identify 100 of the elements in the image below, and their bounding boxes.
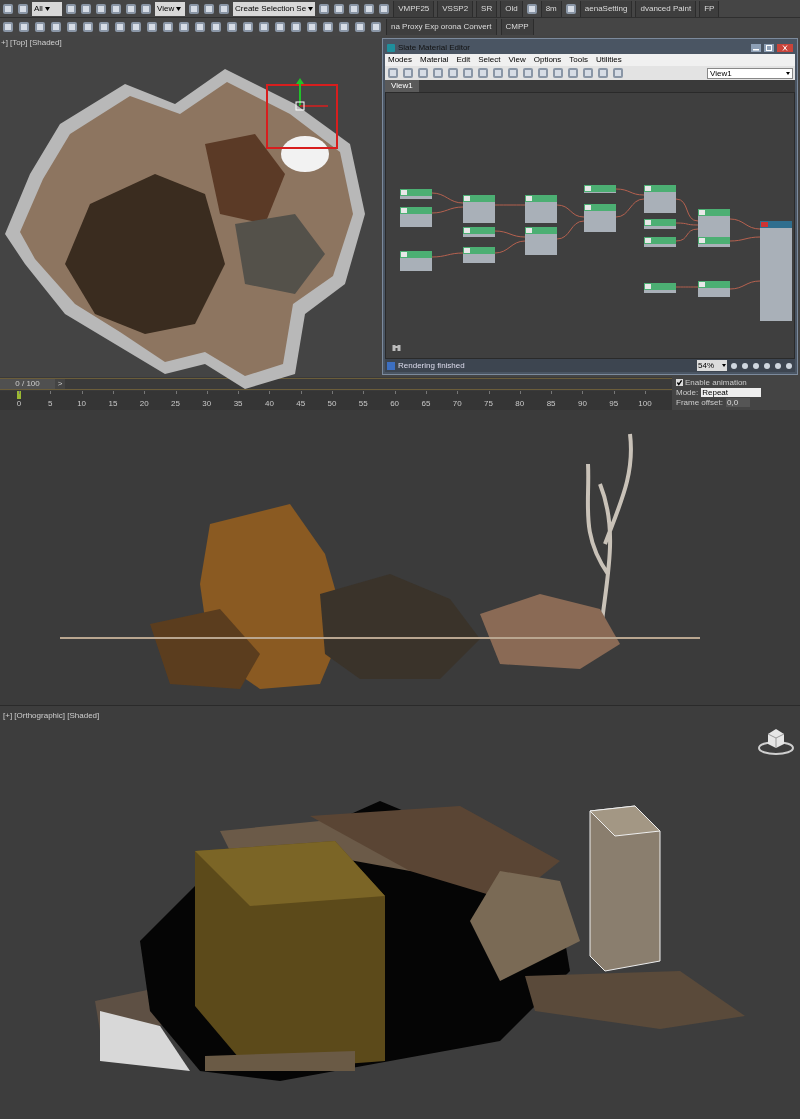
toolbar-icon[interactable] xyxy=(290,21,302,33)
toolbar-icon[interactable] xyxy=(162,21,174,33)
material-node[interactable] xyxy=(400,189,432,199)
menu-item[interactable]: Tools xyxy=(569,54,588,66)
material-node[interactable] xyxy=(463,247,495,263)
menu-item[interactable]: Edit xyxy=(456,54,471,66)
toolbar-dropdown[interactable]: Create Selection Se xyxy=(233,1,316,16)
toolbar-icon[interactable] xyxy=(258,21,270,33)
viewcube-icon[interactable] xyxy=(758,726,794,756)
toolbar-icon[interactable] xyxy=(525,2,538,15)
toolbar-icon[interactable] xyxy=(82,21,94,33)
track-bar[interactable]: 0 5 10 15 20 25 30 35 40 45 50 55 60 65 70 75 80 85 90 95 100 xyxy=(0,391,672,410)
toolbar-icon[interactable] xyxy=(2,21,14,33)
toolbar-icon[interactable] xyxy=(18,21,30,33)
toolbar-button[interactable]: FP xyxy=(699,0,720,17)
material-node[interactable] xyxy=(584,185,616,193)
toolbar-icon[interactable] xyxy=(50,21,62,33)
toolbar-icon[interactable] xyxy=(34,21,46,33)
toolbar-button[interactable]: na Proxy Exp orona Convert xyxy=(386,19,497,35)
toolbar-icon[interactable] xyxy=(2,2,14,15)
menu-item[interactable]: Utilities xyxy=(595,54,622,66)
toolbar-dropdown[interactable]: View xyxy=(155,1,185,16)
material-node[interactable] xyxy=(698,237,730,247)
toolbar-icon[interactable] xyxy=(322,21,334,33)
minimize-icon[interactable] xyxy=(751,43,761,52)
menu-item[interactable]: Material xyxy=(420,54,449,66)
toolbar-icon[interactable] xyxy=(354,21,366,33)
menu-item[interactable]: Options xyxy=(533,54,562,66)
toolbar-icon[interactable] xyxy=(98,21,110,33)
viewport-label[interactable]: [+] [Orthographic] [Shaded] xyxy=(3,710,100,722)
toolbar-icon[interactable] xyxy=(125,2,137,15)
toolbar-icon[interactable] xyxy=(306,21,318,33)
toolbar-icon[interactable] xyxy=(242,21,254,33)
material-node[interactable] xyxy=(760,221,792,321)
mode-dropdown[interactable]: Repeat xyxy=(701,388,762,397)
material-node[interactable] xyxy=(698,209,730,237)
material-node[interactable] xyxy=(400,207,432,227)
toolbar-button[interactable]: CMPP xyxy=(500,19,534,35)
toolbar-icon[interactable] xyxy=(146,21,158,33)
toolbar-dropdown[interactable]: All xyxy=(32,1,62,16)
material-node[interactable] xyxy=(644,283,676,293)
toolbar-icon[interactable] xyxy=(333,2,346,15)
toolbar-icon[interactable] xyxy=(348,2,361,15)
toolbar-icon[interactable] xyxy=(194,21,206,33)
toolbar-icon[interactable] xyxy=(318,2,331,15)
viewport-label[interactable]: +] [Top] [Shaded] xyxy=(1,37,62,49)
next-frame-button[interactable]: > xyxy=(55,379,65,389)
toolbar-button[interactable]: VMPF25 xyxy=(393,0,435,17)
toolbar-button[interactable]: 8m xyxy=(540,0,562,17)
material-node[interactable] xyxy=(525,195,557,223)
toolbar-button[interactable]: Old xyxy=(500,0,523,17)
toolbar-icon[interactable] xyxy=(130,21,142,33)
toolbar-icon[interactable] xyxy=(178,21,190,33)
material-node[interactable] xyxy=(584,204,616,232)
material-node[interactable] xyxy=(644,185,676,213)
material-node[interactable] xyxy=(463,195,495,223)
toolbar-icon[interactable] xyxy=(338,21,350,33)
toolbar-icon[interactable] xyxy=(140,2,152,15)
toolbar-button[interactable]: aenaSetting xyxy=(579,0,633,17)
material-node[interactable] xyxy=(644,237,676,247)
connection-wire xyxy=(615,198,645,218)
toolbar-button[interactable]: dvanced Paint xyxy=(635,0,697,17)
toolbar-icon[interactable] xyxy=(378,2,391,15)
toolbar-button[interactable]: SR xyxy=(476,0,498,17)
toolbar-icon[interactable] xyxy=(564,2,577,15)
zoom-dropdown[interactable]: 54% xyxy=(697,360,727,371)
toolbar-icon[interactable] xyxy=(210,21,222,33)
toolbar-icon[interactable] xyxy=(363,2,376,15)
maximize-icon[interactable] xyxy=(764,43,774,52)
menu-item[interactable]: Modes xyxy=(388,54,412,66)
toolbar-icon[interactable] xyxy=(66,21,78,33)
view-dropdown[interactable]: View1 xyxy=(707,67,793,79)
material-node[interactable] xyxy=(525,227,557,255)
toolbar-icon[interactable] xyxy=(274,21,286,33)
frame-number: 85 xyxy=(546,399,556,409)
toolbar-icon[interactable] xyxy=(114,21,126,33)
toolbar-icon[interactable] xyxy=(218,2,230,15)
toolbar-button[interactable]: VSSP2 xyxy=(437,0,474,17)
close-icon[interactable] xyxy=(777,43,793,52)
material-node[interactable] xyxy=(644,219,676,229)
frame-marker[interactable] xyxy=(17,391,21,399)
toolbar-icon[interactable] xyxy=(110,2,122,15)
material-node[interactable] xyxy=(400,251,432,271)
caret-icon xyxy=(722,364,726,367)
frame-offset-field[interactable]: 0,0 xyxy=(726,398,750,407)
binoculars-icon[interactable] xyxy=(392,343,401,352)
view-tab[interactable]: View1 xyxy=(385,80,419,92)
toolbar-icon[interactable] xyxy=(203,2,215,15)
material-node[interactable] xyxy=(698,281,730,297)
material-node[interactable] xyxy=(463,227,495,237)
toolbar-icon[interactable] xyxy=(370,21,382,33)
toolbar-icon[interactable] xyxy=(80,2,92,15)
toolbar-icon[interactable] xyxy=(95,2,107,15)
toolbar-icon[interactable] xyxy=(65,2,77,15)
toolbar-icon[interactable] xyxy=(226,21,238,33)
toolbar-icon[interactable] xyxy=(188,2,200,15)
menu-item[interactable]: Select xyxy=(478,54,501,66)
toolbar-icon[interactable] xyxy=(17,2,29,15)
checkbox[interactable] xyxy=(676,379,683,386)
menu-item[interactable]: View xyxy=(508,54,526,66)
